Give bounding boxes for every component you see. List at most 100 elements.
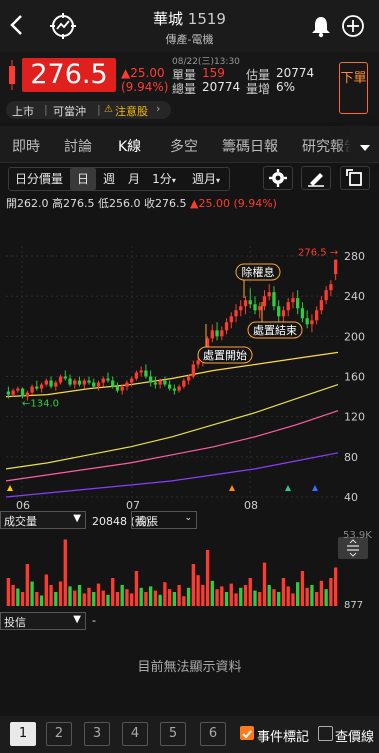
volume-chart[interactable]: 53.9K 877: [0, 530, 379, 610]
tab-longshort[interactable]: 多空: [170, 136, 198, 156]
period-day[interactable]: 日: [70, 168, 96, 190]
event-mark-label[interactable]: 事件標記: [257, 726, 309, 745]
page-4[interactable]: 4: [122, 722, 148, 746]
volume-bar: [277, 592, 281, 606]
tag-divider: |: [44, 103, 48, 116]
page-1[interactable]: 1: [10, 722, 36, 746]
tab-discussion[interactable]: 討論: [64, 136, 92, 156]
y-tick-label: 280: [344, 250, 365, 263]
candle: [229, 316, 233, 323]
page-6[interactable]: 6: [200, 722, 226, 746]
page-5[interactable]: 5: [160, 722, 186, 746]
ma-line: [5, 410, 339, 482]
candle: [101, 378, 105, 383]
chevron-down-icon: ⌄: [184, 513, 192, 523]
volume-bar: [16, 588, 20, 606]
volume-bar: [54, 592, 58, 606]
candle: [106, 378, 110, 381]
volume-bar: [139, 587, 143, 606]
candle: [329, 284, 333, 291]
candle: [296, 298, 300, 309]
volume-bar: [310, 585, 314, 606]
candle: [286, 302, 290, 311]
caret-down-icon: ▼: [73, 614, 81, 625]
candle: [182, 380, 186, 387]
volume-bar: [177, 585, 181, 606]
y-tick-label: 40: [344, 491, 358, 504]
volume-bar: [49, 585, 53, 606]
volume-bar: [300, 571, 305, 606]
kline-chart[interactable]: 280240200160120804006 07 08276.5 →←134.0除權…: [0, 212, 379, 512]
tab-kline[interactable]: K線: [118, 136, 141, 156]
candle: [277, 306, 281, 317]
volume-bar: [191, 564, 196, 606]
event-marker: [229, 485, 235, 491]
volume-bar: [205, 550, 210, 606]
period-minute[interactable]: 1分▾: [148, 168, 180, 190]
chevron-right-icon[interactable]: ›: [156, 102, 160, 115]
total-volume-value: 20774: [202, 80, 241, 94]
volume-increase-value: 6%: [276, 80, 296, 94]
volume-bar: [63, 539, 67, 606]
volume-bar: [224, 592, 229, 606]
tab-research[interactable]: 研究報告: [302, 136, 350, 156]
volume-bar: [58, 581, 63, 606]
volume-bar: [44, 574, 48, 606]
volume-unit-select[interactable]: 均張 ⌄: [131, 511, 197, 529]
candle: [234, 310, 238, 317]
x-tick-label: 08: [244, 499, 258, 512]
candle: [248, 300, 252, 305]
volume-bar: [163, 582, 167, 606]
candle: [281, 310, 286, 317]
candle: [16, 388, 20, 391]
volume-bar: [229, 583, 233, 606]
candle: [258, 306, 262, 311]
candle: [158, 380, 162, 385]
volume-bar: [324, 589, 328, 606]
volume-bar: [68, 586, 72, 606]
candle: [177, 386, 181, 391]
query-line-checkbox[interactable]: [318, 726, 333, 741]
caret-down-icon[interactable]: [359, 138, 371, 151]
period-week[interactable]: 週: [98, 168, 120, 190]
fullscreen-button[interactable]: [340, 166, 370, 190]
candle: [39, 384, 44, 389]
volume-bar: [125, 589, 129, 606]
tag-attention[interactable]: 注意股: [115, 103, 148, 119]
event-mark-checkbox[interactable]: [240, 726, 254, 740]
volume-bar: [267, 585, 271, 606]
period-month[interactable]: 月: [124, 168, 144, 190]
candle: [20, 388, 25, 397]
low-price-label: ←134.0: [22, 399, 59, 410]
order-button[interactable]: 下單: [339, 62, 368, 114]
volume-bar: [291, 593, 295, 606]
volume-bar: [144, 592, 148, 606]
page-3[interactable]: 3: [84, 722, 110, 746]
volume-bar: [30, 581, 34, 606]
volume-indicator-select[interactable]: 成交量 ▼: [0, 511, 86, 529]
investor-value: -: [92, 614, 96, 627]
settings-button[interactable]: [263, 166, 293, 190]
volume-bar: [210, 580, 214, 606]
mini-candle-icon: [8, 60, 16, 90]
volume-bar: [120, 585, 124, 606]
period-weekmonth[interactable]: 週月▾: [186, 168, 226, 190]
period-intraday[interactable]: 日分價量: [10, 168, 68, 190]
candle: [49, 380, 53, 387]
query-line-label[interactable]: 查價線: [335, 726, 374, 745]
draw-line-button[interactable]: [301, 166, 331, 190]
add-stock-icon[interactable]: [341, 14, 365, 38]
tab-realtime[interactable]: 即時: [12, 136, 40, 156]
event-annotation: 處置開始: [203, 348, 247, 362]
tab-chips[interactable]: 籌碼日報: [222, 136, 278, 156]
volume-bar: [286, 586, 290, 606]
volume-increase-label: 量增: [246, 82, 271, 96]
investor-indicator-select[interactable]: 投信 ▼: [0, 612, 86, 630]
candle: [319, 300, 324, 311]
bell-icon[interactable]: [310, 14, 332, 38]
unit-volume-value: 159: [202, 66, 225, 80]
volume-bar: [101, 590, 105, 606]
y-tick-label: 160: [344, 371, 365, 384]
page-2[interactable]: 2: [46, 722, 72, 746]
candle: [333, 259, 338, 275]
